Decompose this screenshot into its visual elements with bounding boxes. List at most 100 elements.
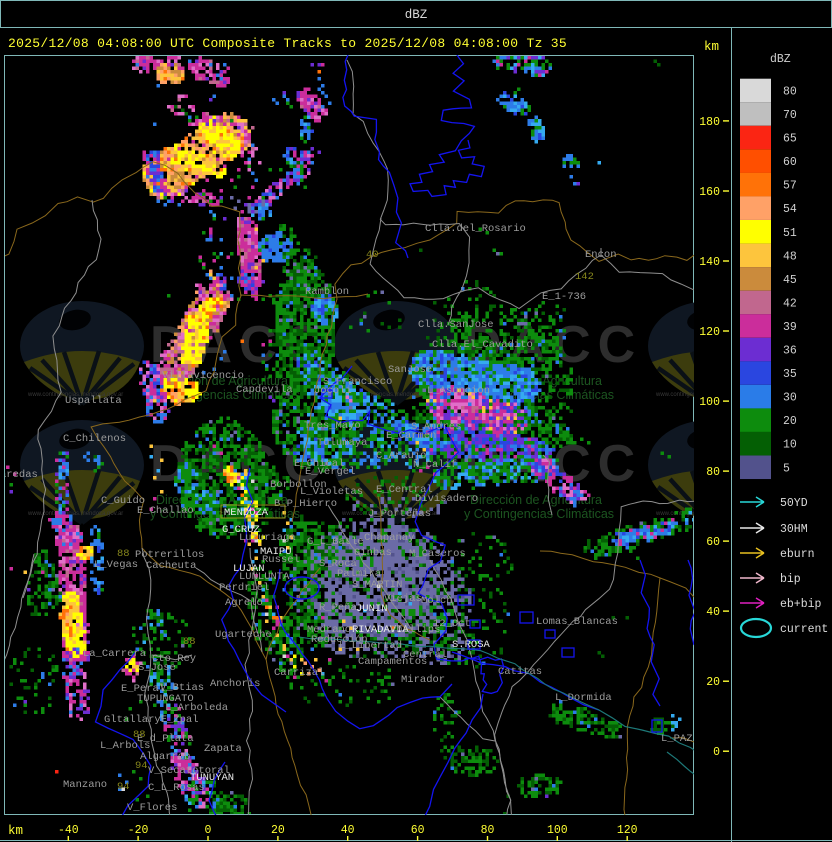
svg-text:C_L_Rosas: C_L_Rosas [148, 782, 205, 794]
svg-text:L_Violetas: L_Violetas [300, 486, 363, 498]
svg-text:SanJose: SanJose [388, 364, 432, 376]
svg-text:Zapata: Zapata [204, 743, 242, 755]
svg-text:60: 60 [706, 536, 720, 549]
svg-text:94: 94 [135, 760, 148, 772]
svg-text:S_MARTIN: S_MARTIN [352, 579, 402, 591]
svg-text:Viejas: Viejas [384, 593, 422, 605]
svg-text:Chapanay: Chapanay [364, 532, 414, 544]
svg-text:Ramblon: Ramblon [305, 286, 349, 298]
svg-text:current: current [780, 623, 828, 636]
svg-text:60: 60 [411, 824, 425, 837]
svg-text:-20: -20 [128, 824, 149, 837]
svg-text:80: 80 [481, 824, 495, 837]
svg-text:40: 40 [341, 824, 355, 837]
svg-text:E_Vergel: E_Vergel [305, 466, 355, 478]
svg-text:bip: bip [780, 573, 801, 586]
svg-text:Clla.del_Rosario: Clla.del_Rosario [425, 223, 526, 235]
svg-text:Phillips: Phillips [390, 624, 440, 636]
svg-text:Uspallata: Uspallata [65, 395, 122, 407]
svg-text:20: 20 [706, 676, 720, 689]
svg-text:JUNIN: JUNIN [356, 603, 388, 615]
svg-text:Lomas_Blancas: Lomas_Blancas [536, 616, 618, 628]
svg-text:40: 40 [366, 249, 379, 261]
svg-text:100: 100 [699, 396, 720, 409]
svg-text:L_Asuncion: L_Asuncion [427, 385, 490, 397]
svg-text:40: 40 [706, 606, 720, 619]
svg-text:88: 88 [117, 548, 130, 560]
svg-text:45: 45 [783, 274, 797, 287]
svg-text:Perdriel: Perdriel [219, 582, 269, 594]
svg-text:39: 39 [783, 321, 797, 334]
svg-text:Anchoris: Anchoris [210, 678, 260, 690]
svg-text:140: 140 [699, 256, 720, 269]
svg-text:M_Caseros: M_Caseros [409, 548, 466, 560]
svg-text:Ginbas: Ginbas [354, 547, 392, 559]
svg-text:S_Jose: S_Jose [138, 662, 176, 674]
svg-text:-40: -40 [58, 824, 79, 837]
svg-text:Capdevila: Capdevila [236, 384, 293, 396]
svg-text:B_P_Hierro: B_P_Hierro [274, 498, 337, 510]
svg-text:94: 94 [117, 781, 130, 793]
svg-text:J_Porteñas: J_Porteñas [368, 508, 431, 520]
svg-text:88: 88 [133, 729, 146, 741]
svg-text:35: 35 [783, 368, 797, 381]
svg-text:Potrerillos: Potrerillos [135, 549, 204, 561]
svg-text:30: 30 [783, 392, 797, 405]
svg-text:0: 0 [713, 746, 720, 759]
svg-text:36: 36 [783, 345, 797, 358]
svg-text:MENDOZA: MENDOZA [224, 507, 269, 519]
svg-text:C_Chilenos: C_Chilenos [63, 433, 126, 445]
svg-text:Cacheuta: Cacheuta [146, 560, 196, 572]
svg-text:Mirador: Mirador [401, 674, 445, 686]
svg-text:Ugarteche: Ugarteche [215, 629, 272, 641]
svg-text:GltallaryE_Zpal: GltallaryE_Zpal [104, 714, 199, 726]
svg-text:dBZ: dBZ [770, 53, 791, 66]
svg-text:E_Carmen: E_Carmen [386, 430, 436, 442]
svg-text:57: 57 [783, 180, 797, 193]
svg-text:60: 60 [783, 156, 797, 169]
svg-text:20: 20 [783, 415, 797, 428]
svg-text:Tulumaya: Tulumaya [317, 437, 367, 449]
svg-text:80: 80 [706, 466, 720, 479]
svg-text:dBZ: dBZ [405, 8, 428, 22]
svg-text:0: 0 [205, 824, 212, 837]
svg-text:Clla.SanJose: Clla.SanJose [418, 319, 494, 331]
svg-text:La_Carrera: La_Carrera [83, 648, 146, 660]
svg-text:Campamentos: Campamentos [358, 656, 427, 668]
svg-text:160: 160 [699, 186, 720, 199]
svg-text:Catitas: Catitas [498, 666, 542, 678]
svg-text:km: km [8, 824, 23, 838]
svg-text:50YD: 50YD [780, 497, 808, 510]
svg-text:L_Libertad: L_Libertad [339, 640, 402, 652]
svg-text:Tres_Mayo: Tres_Mayo [304, 420, 361, 432]
svg-text:eburn: eburn [780, 548, 815, 561]
svg-text:E_Challao: E_Challao [137, 505, 194, 517]
svg-text:L_Arboleda: L_Arboleda [165, 702, 228, 714]
svg-text:Villavicencio: Villavicencio [162, 370, 244, 382]
svg-text:180: 180 [699, 116, 720, 129]
svg-text:2025/12/08 04:08:00 UTC Compos: 2025/12/08 04:08:00 UTC Composite Tracks… [8, 36, 567, 51]
svg-text:88: 88 [183, 636, 196, 648]
svg-text:120: 120 [617, 824, 638, 837]
svg-text:10: 10 [783, 439, 797, 452]
svg-text:Agrelo: Agrelo [225, 597, 263, 609]
svg-text:S.ROSA: S.ROSA [452, 639, 491, 651]
svg-text:42: 42 [783, 297, 797, 310]
svg-text:5: 5 [783, 462, 790, 475]
svg-text:L_Dormida: L_Dormida [555, 692, 612, 704]
svg-text:km: km [704, 40, 719, 54]
svg-text:R_Peña: R_Peña [319, 602, 357, 614]
svg-text:80: 80 [783, 86, 797, 99]
svg-text:20: 20 [271, 824, 285, 837]
svg-text:V_Flores: V_Flores [127, 802, 177, 814]
svg-text:120: 120 [699, 326, 720, 339]
svg-text:Manzano: Manzano [63, 779, 107, 791]
svg-text:eb+bip: eb+bip [780, 598, 822, 611]
svg-text:Russel: Russel [262, 554, 300, 566]
svg-text:Molch: Molch [421, 595, 453, 607]
svg-text:Luzuriaga: Luzuriaga [239, 532, 296, 544]
svg-text:70: 70 [783, 109, 797, 122]
svg-text:Clla.El_Cavadito: Clla.El_Cavadito [432, 339, 533, 351]
svg-text:30HM: 30HM [780, 523, 808, 536]
svg-text:aredas: aredas [0, 469, 38, 481]
